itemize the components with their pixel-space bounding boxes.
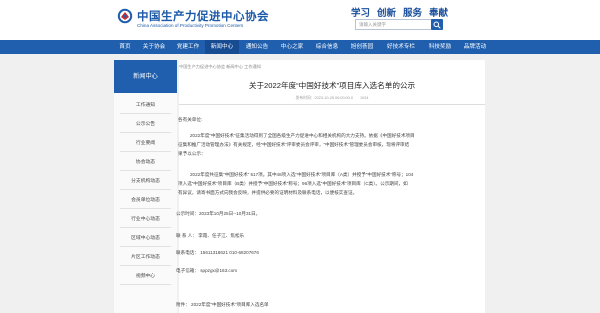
contact-phone: 联系电话： 15611318621 010-68207676 xyxy=(176,250,259,255)
slogan-word: 奉献 xyxy=(429,8,449,19)
salutation: 各有关单位: xyxy=(178,117,203,122)
paragraph-line: 项入选“中国好技术”项目库（B类）并授予“中国好技术”称号；96项入选“中国好技… xyxy=(178,181,408,186)
nav-news[interactable]: 新闻中心 xyxy=(205,40,239,54)
sidebar-item-member-news[interactable]: 会员单位动态 xyxy=(114,196,177,203)
divider xyxy=(120,208,171,209)
nav-center-home[interactable]: 中心之家 xyxy=(275,40,309,54)
sidebar-item-announcements[interactable]: 公示公告 xyxy=(114,120,177,127)
divider xyxy=(120,227,171,228)
view-count: 1024 xyxy=(360,96,369,100)
divider xyxy=(120,113,171,114)
association-logo-icon[interactable] xyxy=(117,8,133,24)
article-meta: 发布时间：2023-10-25 00:00:00.0 1024 xyxy=(179,96,485,101)
nav-tech-awards[interactable]: 科技奖励 xyxy=(423,40,457,54)
sidebar-item-work-notice[interactable]: 工作通知 xyxy=(114,101,177,108)
paragraph-line: 征集和推广活动管理办法》有关规定，经“中国好技术”评审委员会评审，“中国好技术”… xyxy=(178,142,410,147)
breadcrumb[interactable]: 中国生产力促进中心协会 新闻中心 工作通知 xyxy=(179,64,261,70)
divider xyxy=(120,265,171,266)
sidebar-item-video-center[interactable]: 视频中心 xyxy=(114,272,177,279)
publicity-period: 公示时间：2023年10月25日--10月31日。 xyxy=(176,211,261,216)
nav-notices[interactable]: 通知公告 xyxy=(240,40,274,54)
sidebar-item-association-news[interactable]: 协会动态 xyxy=(114,158,177,165)
site-header: 中国生产力促进中心协会 China Association of Product… xyxy=(0,0,600,40)
sidebar-item-branch-news[interactable]: 分支机构动态 xyxy=(114,177,177,184)
divider xyxy=(120,170,171,171)
search-button[interactable] xyxy=(431,19,443,30)
paragraph-line: 2022年度“中国好技术”征集活动得到了全国各级生产力促进中心和相关机构的大力支… xyxy=(190,133,415,138)
sidebar-item-industry-center-news[interactable]: 行业中心动态 xyxy=(114,215,177,222)
page-title: 关于2022年度“中国好技术”项目库入选名单的公示 xyxy=(248,81,416,90)
slogan: 学习 创新 服务 奉献 xyxy=(351,5,455,19)
sidebar-title: 新闻中心 xyxy=(114,60,177,93)
nav-about[interactable]: 关于协会 xyxy=(137,40,171,54)
nav-home[interactable]: 首页 xyxy=(114,40,136,54)
sidebar-item-industry-news[interactable]: 行业要闻 xyxy=(114,139,177,146)
publish-time: 发布时间：2023-10-25 00:00:00.0 xyxy=(295,96,353,100)
contact-people: 联 系 人： 李霞、任子江、焦松乐 xyxy=(176,233,245,238)
divider xyxy=(120,189,171,190)
divider xyxy=(120,151,171,152)
divider xyxy=(179,104,485,105)
attachment-link[interactable]: 附件： 2022年度“中国好技术”项目库入选名单 xyxy=(176,302,269,308)
nav-good-tech[interactable]: 好技术专栏 xyxy=(380,40,422,54)
org-name-en: China Association of Productivity Promot… xyxy=(137,23,244,28)
sidebar-item-area-work-news[interactable]: 片区工作动态 xyxy=(114,253,177,260)
divider xyxy=(120,246,171,247)
divider xyxy=(120,132,171,133)
nav-xuchuang[interactable]: 旭创荟园 xyxy=(345,40,379,54)
divider xyxy=(120,284,171,285)
nav-party[interactable]: 党建工作 xyxy=(172,40,204,54)
slogan-word: 服务 xyxy=(403,8,423,19)
paragraph-line: 有异议，请寄书面方式向我会反映，并提供必要的证明材料及联系电话，以便核实查证。 xyxy=(178,190,358,195)
nav-brand-events[interactable]: 品牌活动 xyxy=(458,40,492,54)
paragraph-line: 果予以公示： xyxy=(178,151,206,156)
sidebar: 新闻中心 工作通知 公示公告 行业要闻 协会动态 分支机构动态 会员单位动态 行… xyxy=(114,60,177,313)
main-nav: 首页 关于协会 党建工作 新闻中心 通知公告 中心之家 综合信息 旭创荟园 好技… xyxy=(0,40,600,54)
nav-general-info[interactable]: 综合信息 xyxy=(310,40,344,54)
sidebar-item-regional-center-news[interactable]: 区域中心动态 xyxy=(114,234,177,241)
slogan-word: 创新 xyxy=(377,8,397,19)
slogan-word: 学习 xyxy=(351,8,371,19)
search-input[interactable]: 请输入关键字 xyxy=(355,19,432,30)
contact-email[interactable]: 电子信箱： sppzgx@163.com xyxy=(176,268,237,274)
org-name-cn[interactable]: 中国生产力促进中心协会 xyxy=(137,8,269,24)
paragraph-line: 2022年度共征集“中国好技术” 517项。其中48项入选“中国好技术”项目库（… xyxy=(190,172,414,177)
article-panel: 中国生产力促进中心协会 新闻中心 工作通知 关于2022年度“中国好技术”项目库… xyxy=(176,60,485,313)
search-icon xyxy=(433,21,441,29)
